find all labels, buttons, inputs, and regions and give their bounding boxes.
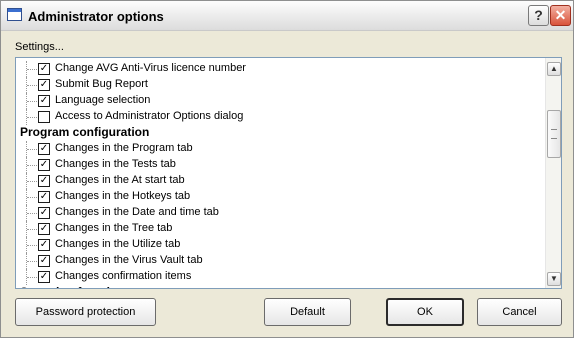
ok-button[interactable]: OK <box>386 298 464 326</box>
tree-item[interactable]: ✓ Changes in the Program tab <box>16 141 545 157</box>
default-button[interactable]: Default <box>264 298 351 326</box>
tree-branch-line <box>26 269 38 285</box>
scroll-thumb[interactable] <box>547 110 561 158</box>
tree-item-checkbox[interactable]: ✓ <box>38 143 50 155</box>
settings-tree-rows: ✓ Change AVG Anti-Virus licence number ✓ Su… <box>16 58 545 288</box>
tree-group-header: Scanning functions <box>16 285 545 288</box>
tree-item-checkbox[interactable] <box>38 111 50 123</box>
window-title: Administrator options <box>28 9 164 24</box>
tree-item-label: Changes in the Tests tab <box>55 158 176 170</box>
scroll-down-button[interactable]: ▼ <box>547 272 561 286</box>
scroll-up-button[interactable]: ▲ <box>547 62 561 76</box>
title-bar: Administrator options ? ✕ <box>1 1 573 31</box>
tree-branch-line <box>26 205 38 221</box>
tree-item[interactable]: ✓ Changes in the Date and time tab <box>16 205 545 221</box>
tree-item-label: Changes in the Hotkeys tab <box>55 190 191 202</box>
tree-branch-line <box>26 157 38 173</box>
tree-branch-line <box>26 61 38 77</box>
tree-item-label: Changes in the Utilize tab <box>55 238 181 250</box>
tree-group-header: Program configuration <box>16 125 545 141</box>
tree-branch-line <box>26 253 38 269</box>
tree-item-label: Changes in the Program tab <box>55 142 193 154</box>
cancel-button[interactable]: Cancel <box>477 298 562 326</box>
tree-branch-line <box>26 221 38 237</box>
tree-item-checkbox[interactable]: ✓ <box>38 223 50 235</box>
tree-item[interactable]: ✓ Changes confirmation items <box>16 269 545 285</box>
tree-item-label: Submit Bug Report <box>55 78 148 90</box>
tree-item-checkbox[interactable]: ✓ <box>38 159 50 171</box>
tree-item[interactable]: ✓ Changes in the Tests tab <box>16 157 545 173</box>
tree-group-label: Program configuration <box>20 125 150 139</box>
tree-item-checkbox[interactable]: ✓ <box>38 63 50 75</box>
tree-item-label: Access to Administrator Options dialog <box>55 110 244 122</box>
tree-branch-line <box>26 77 38 93</box>
tree-branch-line <box>26 173 38 189</box>
tree-item[interactable]: ✓ Language selection <box>16 93 545 109</box>
close-icon: ✕ <box>554 7 567 23</box>
tree-item-checkbox[interactable]: ✓ <box>38 239 50 251</box>
vertical-scrollbar[interactable]: ▲ ▼ <box>545 58 561 288</box>
tree-group-label: Scanning functions <box>20 285 131 288</box>
tree-branch-line <box>26 189 38 205</box>
password-protection-button[interactable]: Password protection <box>15 298 156 326</box>
tree-item-checkbox[interactable]: ✓ <box>38 271 50 283</box>
help-icon: ? <box>534 7 543 23</box>
tree-item-label: Changes confirmation items <box>55 270 192 282</box>
tree-item-label: Changes in the Date and time tab <box>55 206 219 218</box>
tree-item[interactable]: ✓ Change AVG Anti-Virus licence number <box>16 61 545 77</box>
tree-item[interactable]: ✓ Changes in the Virus Vault tab <box>16 253 545 269</box>
tree-item-label: Changes in the Virus Vault tab <box>55 254 203 266</box>
chevron-up-icon: ▲ <box>550 64 558 73</box>
tree-item-checkbox[interactable]: ✓ <box>38 175 50 187</box>
chevron-down-icon: ▼ <box>550 274 558 283</box>
help-button[interactable]: ? <box>528 5 549 26</box>
tree-item-checkbox[interactable]: ✓ <box>38 207 50 219</box>
tree-item[interactable]: ✓ Changes in the Tree tab <box>16 221 545 237</box>
tree-item[interactable]: ✓ Submit Bug Report <box>16 77 545 93</box>
tree-item[interactable]: ✓ Changes in the Hotkeys tab <box>16 189 545 205</box>
tree-item[interactable]: ✓ Changes in the At start tab <box>16 173 545 189</box>
tree-branch-line <box>26 141 38 157</box>
tree-item-label: Language selection <box>55 94 151 106</box>
tree-item-checkbox[interactable]: ✓ <box>38 255 50 267</box>
settings-tree[interactable]: ✓ Change AVG Anti-Virus licence number ✓ Su… <box>15 57 562 289</box>
close-button[interactable]: ✕ <box>550 5 571 26</box>
tree-item-label: Changes in the At start tab <box>55 174 185 186</box>
tree-item-label: Change AVG Anti-Virus licence number <box>55 62 246 74</box>
tree-item-checkbox[interactable]: ✓ <box>38 95 50 107</box>
app-window-icon <box>7 8 22 21</box>
tree-branch-line <box>26 109 38 125</box>
tree-item-checkbox[interactable]: ✓ <box>38 79 50 91</box>
tree-item[interactable]: ✓ Changes in the Utilize tab <box>16 237 545 253</box>
tree-item-label: Changes in the Tree tab <box>55 222 173 234</box>
tree-item[interactable]: Access to Administrator Options dialog <box>16 109 545 125</box>
administrator-options-window: Administrator options ? ✕ Settings... ✓ C… <box>0 0 574 338</box>
tree-item-checkbox[interactable]: ✓ <box>38 191 50 203</box>
tree-branch-line <box>26 237 38 253</box>
settings-label: Settings... <box>15 41 64 53</box>
tree-branch-line <box>26 93 38 109</box>
